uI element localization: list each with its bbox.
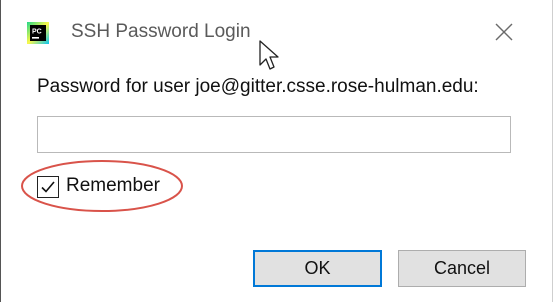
- password-input[interactable]: [37, 116, 511, 153]
- pycharm-icon: PC: [27, 22, 49, 44]
- mouse-cursor-icon: [258, 39, 284, 75]
- dialog-title: SSH Password Login: [71, 21, 251, 42]
- pycharm-icon-text: PC: [32, 29, 42, 36]
- cancel-button[interactable]: Cancel: [398, 250, 526, 287]
- ok-button[interactable]: OK: [253, 250, 382, 287]
- remember-label: Remember: [66, 175, 160, 196]
- password-prompt-label: Password for user joe@gitter.csse.rose-h…: [37, 76, 479, 97]
- remember-checkbox[interactable]: [37, 176, 59, 198]
- close-button[interactable]: [491, 19, 517, 45]
- checkmark-icon: [41, 181, 55, 193]
- ssh-login-dialog: PC SSH Password Login Password for user …: [0, 0, 553, 302]
- close-icon: [495, 23, 513, 41]
